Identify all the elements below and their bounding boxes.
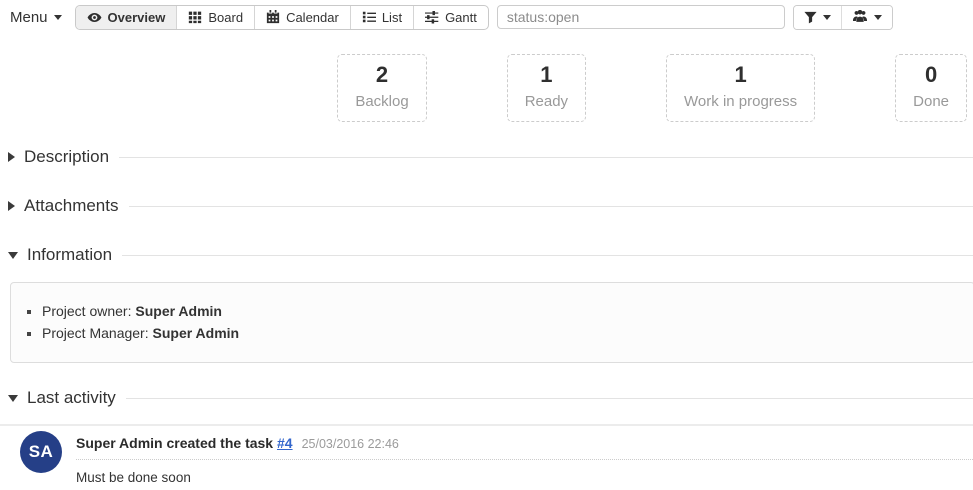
calendar-icon <box>266 10 280 24</box>
activity-event: SA Super Admin created the task #4 25/03/… <box>0 424 973 485</box>
section-divider <box>119 157 973 158</box>
avatar: SA <box>20 431 62 473</box>
info-label: Project Manager: <box>42 325 153 341</box>
stat-ready: 1 Ready <box>507 54 586 122</box>
tab-calendar[interactable]: Calendar <box>254 6 350 29</box>
tab-label: Board <box>208 10 243 25</box>
section-description[interactable]: Description <box>8 147 973 167</box>
tab-label: Overview <box>108 10 166 25</box>
tab-gantt[interactable]: Gantt <box>413 6 488 29</box>
section-title: Last activity <box>27 388 116 408</box>
stat-backlog: 2 Backlog <box>337 54 426 122</box>
chevron-down-icon <box>54 15 62 20</box>
section-divider <box>129 206 973 207</box>
info-value: Super Admin <box>135 303 222 319</box>
activity-timestamp: 25/03/2016 22:46 <box>302 437 399 451</box>
stat-label: Work in progress <box>684 93 797 110</box>
chevron-down-icon <box>874 15 882 20</box>
stat-value: 1 <box>525 62 568 88</box>
chevron-down-icon <box>823 15 831 20</box>
stat-value: 0 <box>913 62 949 88</box>
section-divider <box>126 398 973 399</box>
eye-icon <box>87 10 102 25</box>
stat-label: Ready <box>525 93 568 110</box>
list-icon <box>362 10 376 24</box>
filter-dropdown-button[interactable] <box>794 6 841 29</box>
info-value: Super Admin <box>153 325 240 341</box>
menu-dropdown[interactable]: Menu <box>10 9 62 26</box>
users-icon <box>852 10 868 24</box>
stat-value: 2 <box>355 62 408 88</box>
activity-title: Super Admin created the task #4 25/03/201… <box>76 435 973 460</box>
stat-label: Backlog <box>355 93 408 110</box>
triangle-right-icon <box>8 201 15 211</box>
users-dropdown-button[interactable] <box>841 6 892 29</box>
stat-done: 0 Done <box>895 54 967 122</box>
filter-button-group <box>793 5 893 30</box>
activity-title-text: Super Admin created the task <box>76 435 277 451</box>
search-input[interactable] <box>497 5 785 29</box>
tab-list[interactable]: List <box>350 6 413 29</box>
information-panel: Project owner: Super Admin Project Manag… <box>10 282 973 363</box>
section-title: Attachments <box>24 196 119 216</box>
tab-label: Calendar <box>286 10 339 25</box>
section-last-activity[interactable]: Last activity <box>8 388 973 408</box>
funnel-icon <box>804 11 817 24</box>
section-information[interactable]: Information <box>8 245 973 265</box>
tab-label: List <box>382 10 402 25</box>
triangle-down-icon <box>8 395 18 402</box>
task-link[interactable]: #4 <box>277 435 293 451</box>
list-item: Project owner: Super Admin <box>42 300 973 322</box>
tab-label: Gantt <box>445 10 477 25</box>
section-attachments[interactable]: Attachments <box>8 196 973 216</box>
view-tabs: Overview Board Calendar List Gantt <box>75 5 489 30</box>
triangle-right-icon <box>8 152 15 162</box>
list-item: Project Manager: Super Admin <box>42 322 973 344</box>
stat-work-in-progress: 1 Work in progress <box>666 54 815 122</box>
menu-label: Menu <box>10 9 48 26</box>
section-title: Information <box>27 245 112 265</box>
info-label: Project owner: <box>42 303 135 319</box>
activity-content: Super Admin created the task #4 25/03/201… <box>76 431 973 485</box>
sliders-icon <box>425 10 439 24</box>
triangle-down-icon <box>8 252 18 259</box>
tab-board[interactable]: Board <box>176 6 254 29</box>
top-bar: Menu Overview Board Calendar List Gantt <box>0 0 973 30</box>
activity-message: Must be done soon <box>76 470 973 485</box>
section-title: Description <box>24 147 109 167</box>
stat-value: 1 <box>684 62 797 88</box>
column-stats-row: 2 Backlog 1 Ready 1 Work in progress 0 D… <box>0 54 967 122</box>
tab-overview[interactable]: Overview <box>76 6 177 29</box>
stat-label: Done <box>913 93 949 110</box>
information-list: Project owner: Super Admin Project Manag… <box>11 300 973 344</box>
section-divider <box>122 255 973 256</box>
grid-icon <box>188 10 202 24</box>
